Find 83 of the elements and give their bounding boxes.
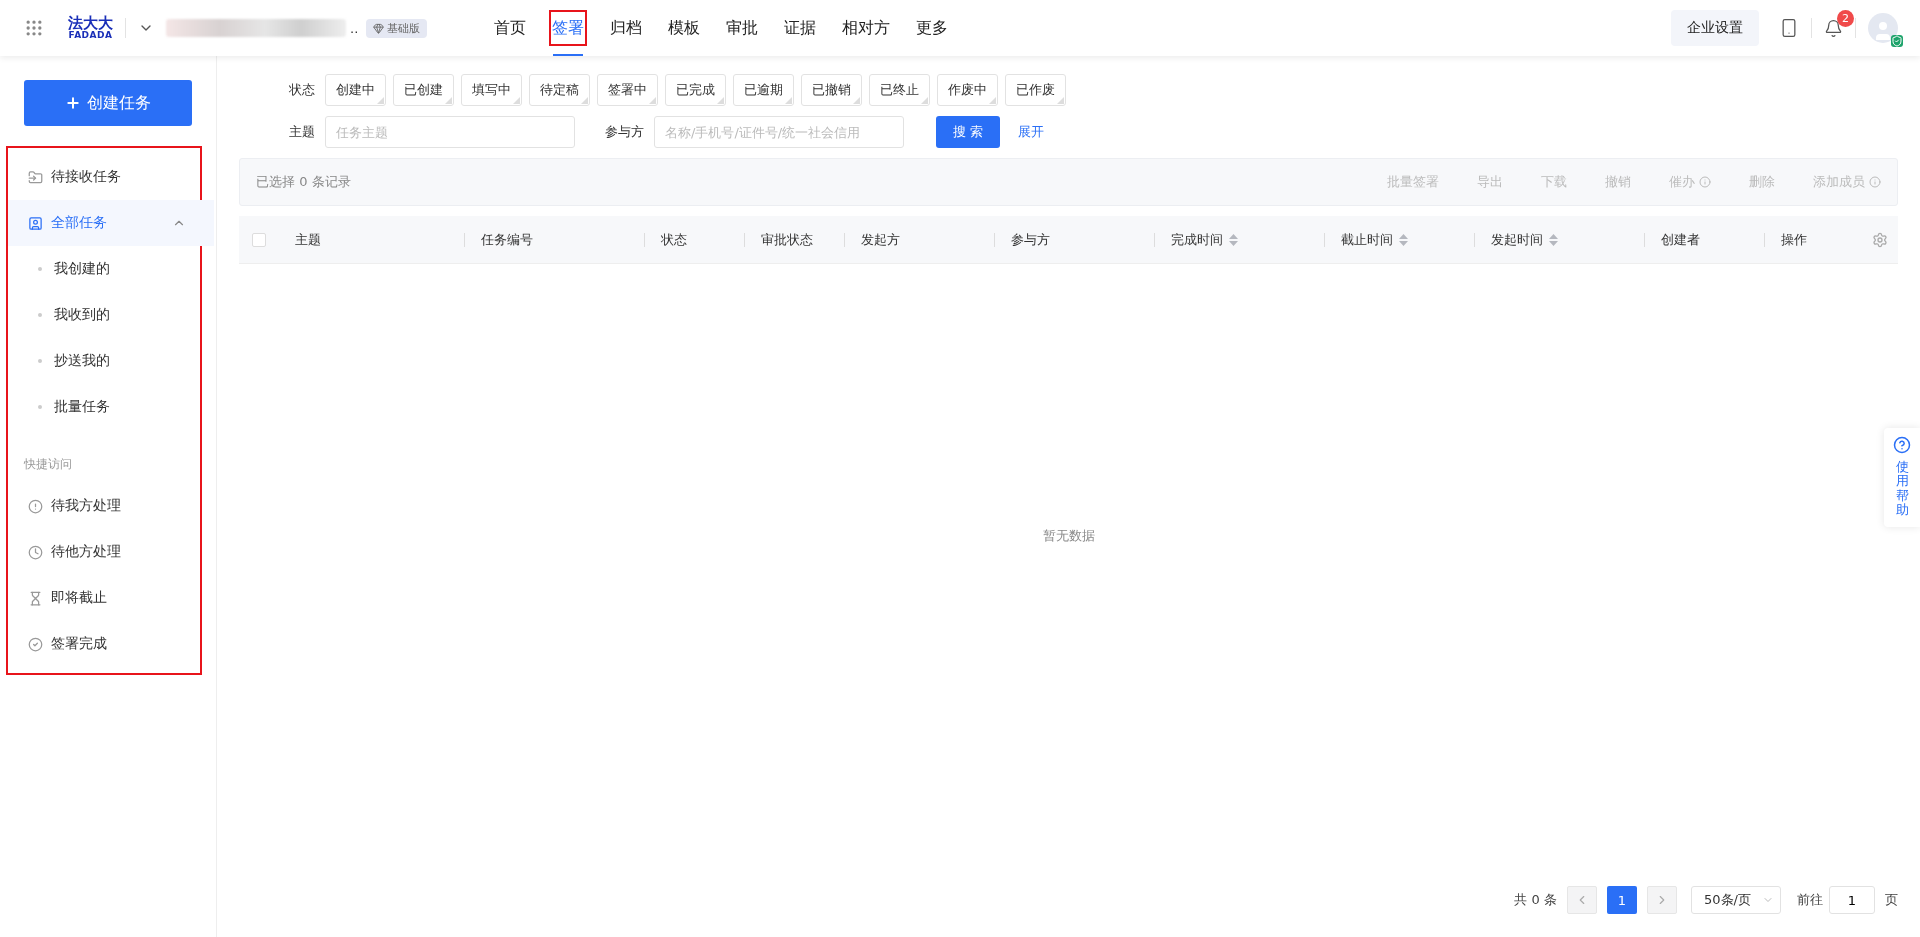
empty-message: 暂无数据 [1042, 526, 1095, 545]
page-unit: 页 [1885, 891, 1898, 909]
nav-tab[interactable]: 首页 [481, 0, 540, 56]
status-tag[interactable]: 待定稿 [529, 74, 590, 106]
column-header: 发起方 [861, 230, 900, 249]
select-all-checkbox[interactable] [252, 232, 266, 247]
column-header: 完成时间 [1171, 230, 1223, 249]
column-header: 操作 [1781, 230, 1807, 249]
filter-label: 状态 [289, 81, 315, 99]
quick-access-item[interactable]: 待我方处理 [8, 483, 214, 529]
column-header: 审批状态 [761, 230, 813, 249]
column-header: 创建者 [1661, 230, 1700, 249]
subject-input[interactable]: 任务主题 [325, 116, 575, 148]
settings-button[interactable]: 企业设置 [1671, 10, 1759, 46]
help-tab[interactable]: 使用帮助 [1884, 428, 1920, 528]
search-button[interactable]: 搜 索 [936, 116, 1000, 148]
filter-label: 主题 [289, 123, 315, 141]
settings-icon[interactable] [1872, 231, 1888, 248]
goto-label: 前往 [1797, 891, 1823, 909]
avatar[interactable] [1868, 13, 1898, 43]
notification-count: 2 [1837, 9, 1854, 27]
alert-circle-icon [28, 498, 43, 514]
quick-access-item[interactable]: 签署完成 [8, 621, 214, 667]
status-tag[interactable]: 已完成 [665, 74, 726, 106]
page-size-select[interactable]: 50条/页 [1691, 886, 1781, 914]
status-tag[interactable]: 已逾期 [733, 74, 794, 106]
nav-tab[interactable]: 审批 [713, 0, 772, 56]
status-tag[interactable]: 创建中 [325, 74, 386, 106]
column-header: 任务编号 [481, 230, 533, 249]
quick-access-item[interactable]: 待他方处理 [8, 529, 214, 575]
column-header: 截止时间 [1341, 230, 1393, 249]
total-count: 共 0 条 [1514, 891, 1557, 909]
bell-icon[interactable] [1824, 18, 1843, 38]
status-tag[interactable]: 作废中 [937, 74, 998, 106]
sort-icon[interactable] [1229, 233, 1238, 246]
nav-tab[interactable]: 相对方 [829, 0, 904, 56]
create-task-button[interactable]: 创建任务 [24, 80, 192, 126]
nav-tab[interactable]: 签署 [539, 0, 598, 56]
verified-badge [1891, 35, 1903, 47]
logo: 法大大 FADADA [68, 16, 113, 40]
apps-grid-icon[interactable] [24, 18, 44, 38]
goto-page-input[interactable]: 1 [1829, 886, 1875, 914]
nav-tab[interactable]: 证据 [771, 0, 830, 56]
status-tag[interactable]: 已作废 [1005, 74, 1066, 106]
plus-icon [65, 95, 81, 111]
status-tag[interactable]: 已撤销 [801, 74, 862, 106]
contact-file-icon [28, 215, 43, 231]
next-page-button[interactable] [1647, 886, 1677, 914]
clock-icon [28, 544, 43, 560]
column-header: 状态 [661, 230, 687, 249]
column-header: 参与方 [1011, 230, 1050, 249]
column-header: 发起时间 [1491, 230, 1543, 249]
plan-badge: 基础版 [366, 18, 428, 38]
check-circle-icon [28, 636, 43, 652]
prev-page-button[interactable] [1567, 886, 1597, 914]
selection-count: 已选择 0 条记录 [256, 173, 351, 191]
status-tag[interactable]: 已创建 [393, 74, 454, 106]
status-tag[interactable]: 填写中 [461, 74, 522, 106]
section-title: 快捷访问 [23, 456, 73, 473]
sidebar-subitem[interactable]: 抄送我的 [8, 338, 200, 384]
filter-label: 参与方 [605, 123, 644, 141]
expand-link[interactable]: 展开 [1018, 123, 1044, 141]
info-icon [1699, 176, 1711, 188]
column-header: 主题 [295, 230, 321, 249]
page-number[interactable]: 1 [1607, 886, 1637, 914]
folder-icon [28, 169, 43, 185]
sidebar-subitem[interactable]: 我收到的 [8, 292, 200, 338]
company-name-ellipsis: .. [350, 20, 359, 36]
help-icon [1893, 436, 1911, 454]
nav-tab[interactable]: 更多 [903, 0, 962, 56]
status-tag[interactable]: 已终止 [869, 74, 930, 106]
info-icon [1869, 176, 1881, 188]
hourglass-icon [28, 590, 43, 606]
sidebar-item[interactable]: 全部任务 [8, 200, 214, 246]
sort-icon[interactable] [1399, 233, 1408, 246]
sort-icon[interactable] [1549, 233, 1558, 246]
sidebar-subitem[interactable]: 我创建的 [8, 246, 200, 292]
sidebar-item[interactable]: 待接收任务 [8, 154, 214, 200]
nav-tab[interactable]: 模板 [655, 0, 714, 56]
nav-tab[interactable]: 归档 [597, 0, 656, 56]
sidebar-subitem[interactable]: 批量任务 [8, 384, 200, 430]
status-tag[interactable]: 签署中 [597, 74, 658, 106]
quick-access-item[interactable]: 即将截止 [8, 575, 214, 621]
